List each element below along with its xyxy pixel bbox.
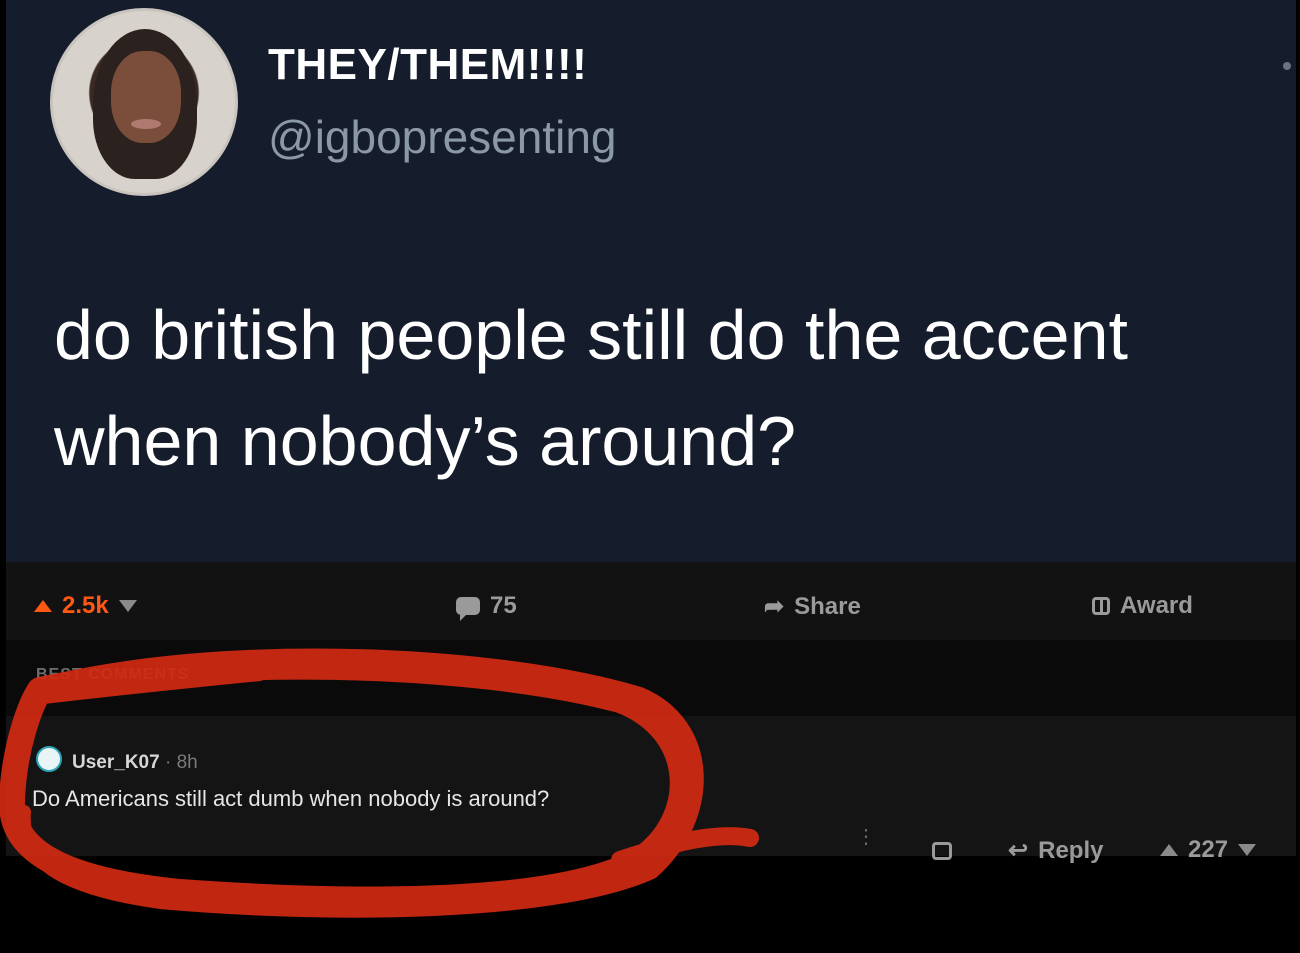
comments-button[interactable]: 75	[456, 592, 517, 621]
comment-vote-control: 227	[1160, 836, 1257, 864]
comment: User_K07 · 8h Do Americans still act dum…	[6, 716, 1296, 864]
comment-upvote-icon[interactable]	[1160, 844, 1178, 856]
comment-count: 75	[490, 592, 517, 619]
commenter-avatar[interactable]	[36, 746, 62, 772]
avatar-lips	[131, 119, 161, 129]
reply-label: Reply	[1038, 836, 1104, 864]
comment-time: 8h	[176, 752, 198, 773]
profile-avatar[interactable]	[50, 8, 238, 196]
comment-separator: ·	[164, 752, 177, 773]
screenshot-frame: THEY/THEM!!!! @igbopresenting do british…	[0, 0, 1300, 953]
share-button[interactable]: ➦ Share	[764, 592, 861, 621]
tweet-card: THEY/THEM!!!! @igbopresenting do british…	[6, 0, 1296, 562]
reply-arrow-icon: ↩	[1008, 837, 1029, 864]
user-handle[interactable]: @igbopresenting	[268, 110, 616, 164]
share-arrow-icon: ➦	[764, 593, 785, 620]
reply-button[interactable]: ↩ Reply	[1008, 836, 1103, 865]
tweet-text: do british people still do the accent wh…	[54, 296, 1128, 480]
comments-divider	[6, 640, 1296, 716]
vote-count: 2.5k	[62, 592, 109, 619]
comment-score: 227	[1188, 836, 1229, 863]
more-options-icon[interactable]	[1283, 62, 1291, 70]
comment-award-icon[interactable]	[932, 842, 952, 860]
best-comments-label[interactable]: BEST COMMENTS	[36, 666, 189, 684]
comment-username[interactable]: User_K07	[72, 752, 160, 773]
post-action-bar: 2.5k 75 ➦ Share Award	[6, 562, 1296, 640]
share-label: Share	[794, 592, 861, 620]
display-name[interactable]: THEY/THEM!!!!	[268, 40, 587, 90]
avatar-face	[111, 51, 181, 143]
award-label: Award	[1120, 592, 1193, 619]
comment-body: Do Americans still act dumb when nobody …	[32, 786, 550, 811]
upvote-icon[interactable]	[34, 600, 52, 612]
comment-bubble-icon	[456, 597, 480, 621]
vote-control: 2.5k	[34, 592, 137, 620]
comment-more-icon[interactable]: ⋮	[856, 824, 876, 849]
comment-downvote-icon[interactable]	[1238, 844, 1257, 856]
gift-icon	[1092, 597, 1110, 615]
comment-meta: User_K07 · 8h	[72, 752, 198, 774]
downvote-icon[interactable]	[118, 600, 137, 612]
award-button[interactable]: Award	[1092, 592, 1193, 620]
